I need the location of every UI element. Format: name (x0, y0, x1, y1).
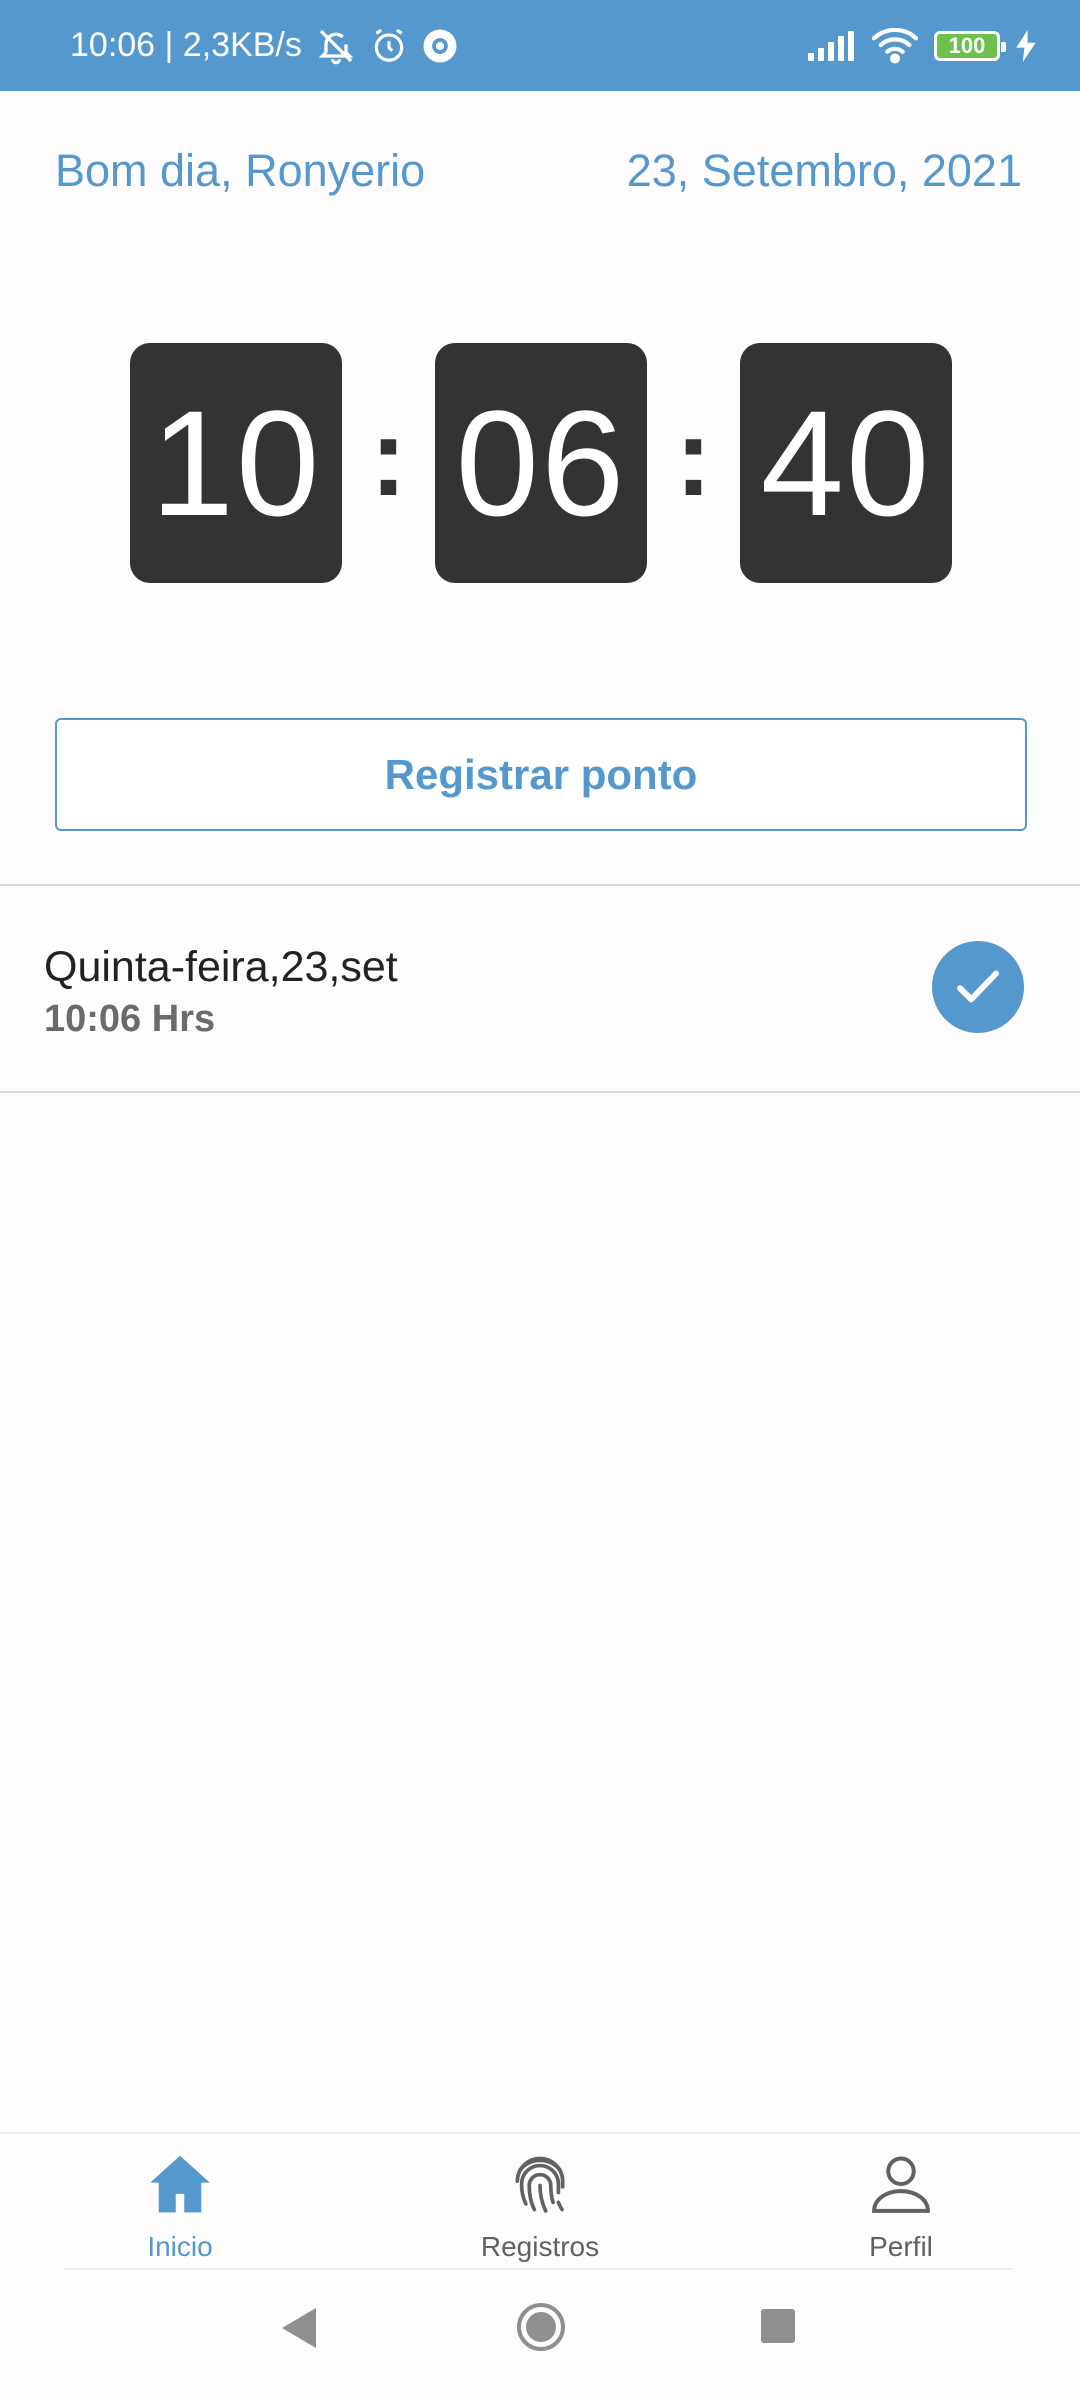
divider (0, 1091, 1080, 1093)
nav-item-registros[interactable]: Registros (420, 2150, 660, 2268)
screen: 10:06 | 2,3KB/s 100 Bom dia, Ronyerio 23… (0, 0, 1080, 2400)
alarm-icon (370, 27, 408, 65)
charging-bolt-icon (1016, 29, 1036, 62)
battery-icon: 100 (934, 30, 1006, 61)
status-time: 10:06 | 2,3KB/s (70, 26, 302, 64)
recents-icon[interactable] (760, 2308, 796, 2349)
settings-gear-icon (422, 28, 458, 64)
greeting-text: Bom dia, Ronyerio (55, 145, 426, 196)
clock-minutes: 06 (435, 343, 647, 583)
bell-off-icon (316, 26, 356, 66)
status-right: 100 (808, 27, 1036, 64)
nav-label-registros: Registros (480, 2231, 600, 2262)
check-circle-icon (932, 941, 1024, 1033)
bottom-nav: Inicio Registros Perfil (0, 2132, 1080, 2272)
status-bar: 10:06 | 2,3KB/s 100 (0, 0, 1080, 91)
wifi-icon (872, 27, 918, 64)
nav-item-inicio[interactable]: Inicio (60, 2150, 300, 2268)
status-left: 10:06 | 2,3KB/s (70, 26, 458, 66)
clock-separator: : (675, 396, 712, 519)
nav-divider (64, 2268, 1014, 2270)
record-day: Quinta-feira,23,set (44, 943, 398, 991)
user-icon (867, 2150, 935, 2223)
clock-hours: 10 (130, 343, 342, 583)
back-icon[interactable] (278, 2305, 320, 2356)
date-text: 23, Setembro, 2021 (626, 145, 1022, 196)
record-list-item[interactable]: Quinta-feira,23,set 10:06 Hrs (0, 885, 1080, 1091)
home-icon (146, 2150, 214, 2223)
nav-label-inicio: Inicio (147, 2231, 213, 2262)
clock-separator: : (370, 396, 407, 519)
record-time: 10:06 Hrs (44, 998, 216, 1040)
fingerprint-icon (506, 2150, 574, 2223)
greeting-row: Bom dia, Ronyerio 23, Setembro, 2021 (0, 145, 1080, 197)
nav-label-perfil: Perfil (869, 2231, 933, 2262)
home-circle-icon[interactable] (515, 2301, 567, 2358)
clock-seconds: 40 (740, 343, 952, 583)
signal-icon (808, 30, 856, 61)
register-punch-button[interactable]: Registrar ponto (55, 718, 1027, 831)
nav-item-perfil[interactable]: Perfil (781, 2150, 1021, 2268)
digital-clock: 10 : 06 : 40 (130, 343, 952, 583)
system-nav-bar (0, 2280, 1080, 2400)
